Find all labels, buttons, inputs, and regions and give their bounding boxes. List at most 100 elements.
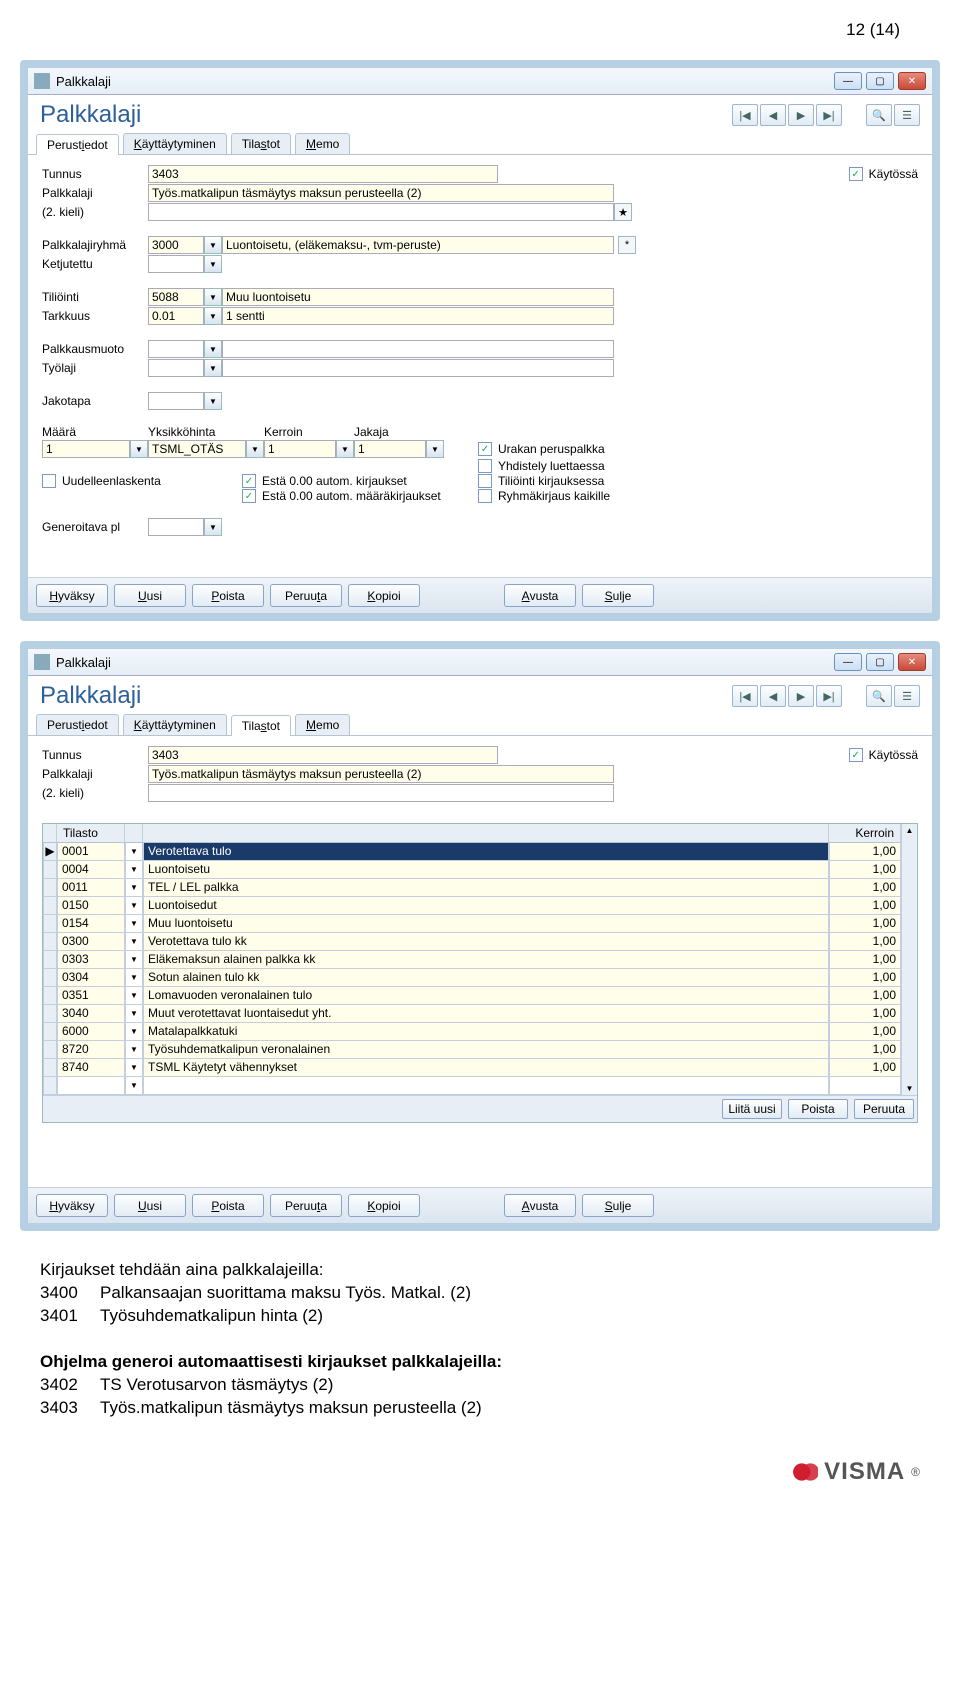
checkbox-esta-maara[interactable]: [242, 489, 256, 503]
field-plryhma-text: Luontoisetu, (eläkemaksu-, tvm-peruste): [222, 236, 614, 254]
star-button[interactable]: ★: [614, 203, 632, 221]
field-kerroin[interactable]: 1: [264, 440, 336, 458]
table-row[interactable]: 0154▼Muu luontoisetu1,00: [43, 915, 901, 933]
generoitava-dropdown-icon[interactable]: ▼: [204, 518, 222, 536]
checkbox-tiliointi-kirj[interactable]: [478, 474, 492, 488]
field-tiliointi-code[interactable]: 5088: [148, 288, 204, 306]
table-row[interactable]: 8720▼Työsuhdematkalipun veronalainen1,00: [43, 1041, 901, 1059]
field-tunnus[interactable]: 3403: [148, 746, 498, 764]
table-row[interactable]: 0004▼Luontoisetu1,00: [43, 861, 901, 879]
field-tyolaji[interactable]: [148, 359, 204, 377]
checkbox-ryhma[interactable]: [478, 489, 492, 503]
nav-last-icon[interactable]: ▶|: [816, 104, 842, 126]
poista-button[interactable]: Poista: [192, 584, 264, 607]
peruuta-button[interactable]: Peruuta: [270, 584, 342, 607]
palkkausmuoto-dropdown-icon[interactable]: ▼: [204, 340, 222, 358]
field-tunnus[interactable]: 3403: [148, 165, 498, 183]
liita-uusi-button[interactable]: Liitä uusi: [722, 1099, 782, 1119]
field-generoitava[interactable]: [148, 518, 204, 536]
checkbox-yhdistely[interactable]: [478, 459, 492, 473]
tab-perustiedot[interactable]: Perustiedot: [36, 714, 119, 735]
find-icon[interactable]: 🔍: [866, 685, 892, 707]
kopioi-button[interactable]: Kopioi: [348, 584, 420, 607]
hyväksy-button[interactable]: Hyväksy: [36, 584, 108, 607]
table-row[interactable]: 0300▼Verotettava tulo kk1,00: [43, 933, 901, 951]
uusi-button[interactable]: Uusi: [114, 1194, 186, 1217]
field-plryhma-code[interactable]: 3000: [148, 236, 204, 254]
table-row[interactable]: 8740▼TSML Käytetyt vähennykset1,00: [43, 1059, 901, 1077]
list-icon[interactable]: ☰: [894, 685, 920, 707]
tab-tilastot[interactable]: Tilastot: [231, 715, 291, 736]
plryhma-dropdown-icon[interactable]: ▼: [204, 236, 222, 254]
hyväksy-button[interactable]: Hyväksy: [36, 1194, 108, 1217]
tab-tilastot[interactable]: Tilastot: [231, 133, 291, 154]
nav-next-icon[interactable]: ▶: [788, 685, 814, 707]
tab-perustiedot[interactable]: Perustiedot: [36, 134, 119, 155]
ketjutettu-dropdown-icon[interactable]: ▼: [204, 255, 222, 273]
tab-memo[interactable]: Memo: [295, 133, 350, 154]
jakotapa-dropdown-icon[interactable]: ▼: [204, 392, 222, 410]
field-kieli[interactable]: [148, 203, 614, 221]
nav-first-icon[interactable]: |◀: [732, 685, 758, 707]
tab-memo[interactable]: Memo: [295, 714, 350, 735]
minimize-button[interactable]: —: [834, 653, 862, 671]
avusta-button[interactable]: Avusta: [504, 1194, 576, 1217]
field-palkkausmuoto[interactable]: [148, 340, 204, 358]
table-row[interactable]: 0303▼Eläkemaksun alainen palkka kk1,00: [43, 951, 901, 969]
checkbox-kaytossa[interactable]: [849, 167, 863, 181]
uusi-button[interactable]: Uusi: [114, 584, 186, 607]
nav-last-icon[interactable]: ▶|: [816, 685, 842, 707]
field-jakotapa[interactable]: [148, 392, 204, 410]
tab-käyttäytyminen[interactable]: Käyttäytyminen: [123, 133, 227, 154]
table-row[interactable]: 3040▼Muut verotettavat luontaisedut yht.…: [43, 1005, 901, 1023]
find-icon[interactable]: 🔍: [866, 104, 892, 126]
table-row[interactable]: ▶0001▼Verotettava tulo1,00: [43, 843, 901, 861]
table-row[interactable]: 0150▼Luontoisedut1,00: [43, 897, 901, 915]
field-jakaja[interactable]: 1: [354, 440, 426, 458]
poista-button[interactable]: Poista: [788, 1099, 848, 1119]
table-row[interactable]: 0304▼Sotun alainen tulo kk1,00: [43, 969, 901, 987]
tarkkuus-dropdown-icon[interactable]: ▼: [204, 307, 222, 325]
list-icon[interactable]: ☰: [894, 104, 920, 126]
maara-dropdown-icon[interactable]: ▼: [130, 440, 148, 458]
checkbox-esta-kirj[interactable]: [242, 474, 256, 488]
field-tarkkuus-code[interactable]: 0.01: [148, 307, 204, 325]
checkbox-kaytossa[interactable]: [849, 748, 863, 762]
close-button[interactable]: ✕: [898, 653, 926, 671]
window-palkkalaji-tilastot: Palkkalaji — ▢ ✕ Palkkalaji |◀ ◀ ▶ ▶| 🔍 …: [20, 641, 940, 1231]
sulje-button[interactable]: Sulje: [582, 584, 654, 607]
kopioi-button[interactable]: Kopioi: [348, 1194, 420, 1217]
table-row[interactable]: 6000▼Matalapalkkatuki1,00: [43, 1023, 901, 1041]
field-ketjutettu[interactable]: [148, 255, 204, 273]
field-yksikko[interactable]: TSML_OTÄS: [148, 440, 246, 458]
poista-button[interactable]: Poista: [192, 1194, 264, 1217]
field-palkkalaji[interactable]: Työs.matkalipun täsmäytys maksun peruste…: [148, 184, 614, 202]
star-button[interactable]: *: [618, 236, 636, 254]
field-kieli[interactable]: [148, 784, 614, 802]
nav-prev-icon[interactable]: ◀: [760, 104, 786, 126]
minimize-button[interactable]: —: [834, 72, 862, 90]
checkbox-urakan[interactable]: [478, 442, 492, 456]
table-row[interactable]: 0351▼Lomavuoden veronalainen tulo1,00: [43, 987, 901, 1005]
kerroin-dropdown-icon[interactable]: ▼: [336, 440, 354, 458]
nav-next-icon[interactable]: ▶: [788, 104, 814, 126]
nav-first-icon[interactable]: |◀: [732, 104, 758, 126]
peruuta-button[interactable]: Peruuta: [270, 1194, 342, 1217]
checkbox-uudelleen[interactable]: [42, 474, 56, 488]
sulje-button[interactable]: Sulje: [582, 1194, 654, 1217]
field-palkkalaji[interactable]: Työs.matkalipun täsmäytys maksun peruste…: [148, 765, 614, 783]
maximize-button[interactable]: ▢: [866, 653, 894, 671]
nav-prev-icon[interactable]: ◀: [760, 685, 786, 707]
tab-käyttäytyminen[interactable]: Käyttäytyminen: [123, 714, 227, 735]
table-row[interactable]: 0011▼TEL / LEL palkka1,00: [43, 879, 901, 897]
jakaja-dropdown-icon[interactable]: ▼: [426, 440, 444, 458]
maximize-button[interactable]: ▢: [866, 72, 894, 90]
avusta-button[interactable]: Avusta: [504, 584, 576, 607]
close-button[interactable]: ✕: [898, 72, 926, 90]
peruuta-button[interactable]: Peruuta: [854, 1099, 914, 1119]
scrollbar[interactable]: ▲▼: [901, 824, 917, 1095]
field-maara[interactable]: 1: [42, 440, 130, 458]
yksikko-dropdown-icon[interactable]: ▼: [246, 440, 264, 458]
tyolaji-dropdown-icon[interactable]: ▼: [204, 359, 222, 377]
tiliointi-dropdown-icon[interactable]: ▼: [204, 288, 222, 306]
